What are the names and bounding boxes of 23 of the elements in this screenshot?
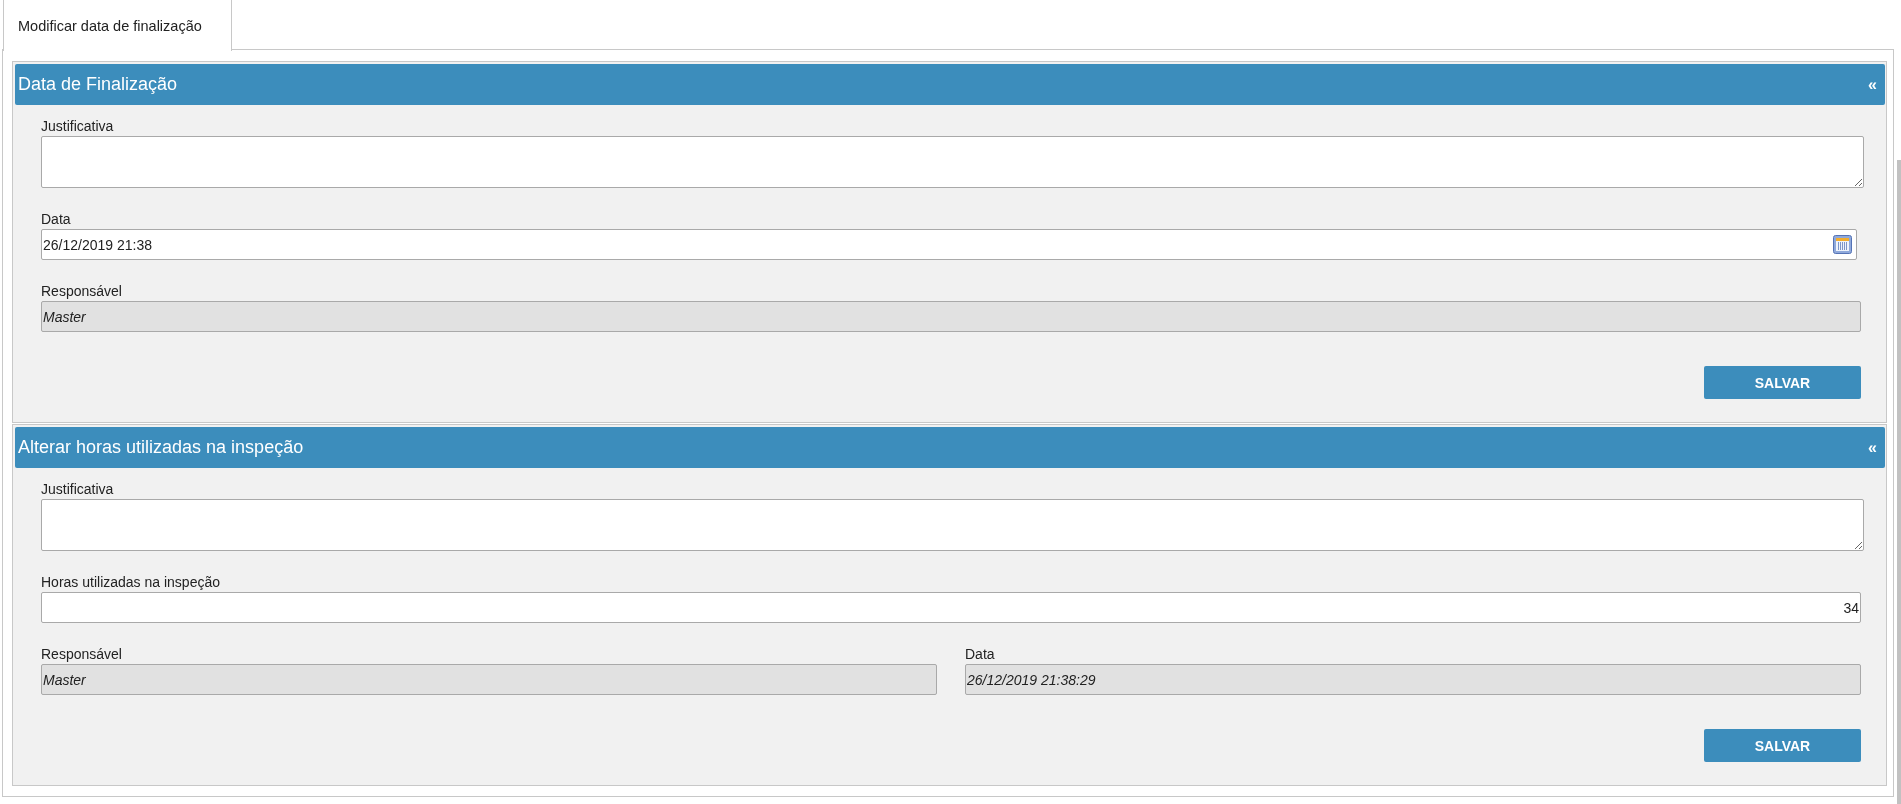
collapse-toggle[interactable]: « xyxy=(1868,75,1877,94)
save-button[interactable]: SALVAR xyxy=(1704,366,1861,399)
textarea-field[interactable] xyxy=(41,499,1864,551)
readonly-field[interactable]: Master xyxy=(41,301,1861,332)
save-button[interactable]: SALVAR xyxy=(1704,729,1861,762)
textarea-field[interactable] xyxy=(41,136,1864,188)
field-label: Data xyxy=(41,211,71,227)
field-label: Justificativa xyxy=(41,118,114,134)
section-title: Data de Finalização xyxy=(18,74,178,95)
field-label: Responsável xyxy=(41,283,122,299)
field-label: Justificativa xyxy=(41,481,114,497)
section-title: Alterar horas utilizadas na inspeção xyxy=(18,437,304,458)
readonly-field[interactable]: 26/12/2019 21:38:29 xyxy=(965,664,1861,695)
field-label: Data xyxy=(965,646,995,662)
field-label: Responsável xyxy=(41,646,122,662)
scrollbar-thumb[interactable] xyxy=(1897,160,1901,804)
date-field[interactable]: 26/12/2019 21:38 xyxy=(41,229,1857,260)
readonly-field[interactable]: Master xyxy=(41,664,937,695)
field-label: Horas utilizadas na inspeção xyxy=(41,574,220,590)
number-field[interactable]: 34 xyxy=(41,592,1861,623)
tab[interactable]: Modificar data de finalização xyxy=(3,0,232,51)
collapse-toggle[interactable]: « xyxy=(1868,438,1877,457)
calendar-icon[interactable] xyxy=(1833,235,1852,254)
